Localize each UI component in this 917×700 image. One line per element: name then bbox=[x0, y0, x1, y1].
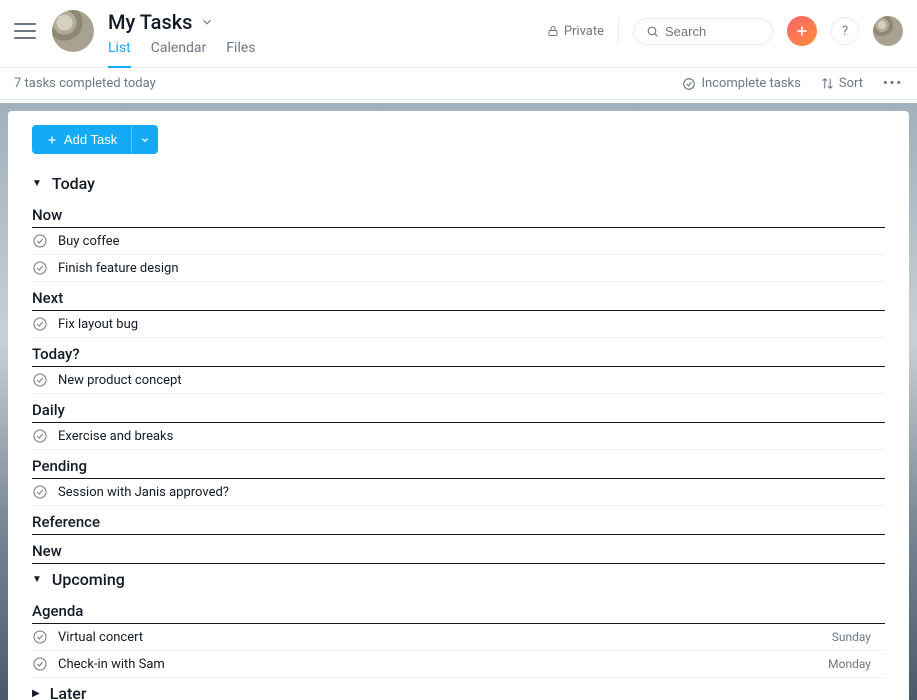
chevron-down-icon bbox=[140, 135, 150, 145]
section-toggle[interactable]: ▼ Today bbox=[32, 168, 885, 199]
section-title: Upcoming bbox=[52, 570, 125, 589]
section-toggle[interactable]: ▼ Upcoming bbox=[32, 564, 885, 595]
add-task-group: Add Task bbox=[32, 125, 158, 154]
privacy-label: Private bbox=[564, 24, 604, 39]
group-header[interactable]: New bbox=[32, 537, 885, 564]
task-row[interactable]: Buy coffee bbox=[32, 228, 885, 255]
sort-label: Sort bbox=[839, 76, 863, 91]
chevron-down-icon[interactable] bbox=[200, 15, 214, 29]
tab-files[interactable]: Files bbox=[226, 40, 255, 68]
group-header[interactable]: Agenda bbox=[32, 597, 885, 624]
group-header[interactable]: Daily bbox=[32, 396, 885, 423]
triangle-right-icon: ▶ bbox=[32, 688, 40, 699]
group-header[interactable]: Reference bbox=[32, 508, 885, 535]
task-title: Session with Janis approved? bbox=[58, 485, 885, 500]
task-title: Exercise and breaks bbox=[58, 429, 885, 444]
privacy-button[interactable]: Private bbox=[547, 24, 604, 39]
task-date: Monday bbox=[828, 657, 871, 671]
completed-summary: 7 tasks completed today bbox=[14, 76, 156, 91]
task-date: Sunday bbox=[832, 630, 871, 644]
search-box[interactable] bbox=[633, 18, 773, 45]
search-icon bbox=[646, 25, 659, 38]
complete-check-icon[interactable] bbox=[32, 428, 48, 444]
complete-check-icon[interactable] bbox=[32, 316, 48, 332]
filter-button[interactable]: Incomplete tasks bbox=[682, 76, 800, 91]
search-input[interactable] bbox=[665, 24, 755, 39]
complete-check-icon[interactable] bbox=[32, 372, 48, 388]
subbar: 7 tasks completed today Incomplete tasks… bbox=[0, 68, 917, 100]
task-title: Virtual concert bbox=[58, 630, 822, 645]
workspace-avatar[interactable] bbox=[52, 10, 94, 52]
subbar-right: Incomplete tasks Sort ••• bbox=[682, 76, 903, 91]
task-title: Check-in with Sam bbox=[58, 657, 818, 672]
page-title: My Tasks bbox=[108, 10, 192, 34]
section-title: Later bbox=[50, 684, 87, 700]
task-row[interactable]: Check-in with Sam Monday bbox=[32, 651, 885, 678]
group-header[interactable]: Now bbox=[32, 201, 885, 228]
complete-check-icon[interactable] bbox=[32, 260, 48, 276]
section-title: Today bbox=[52, 174, 95, 193]
add-task-button[interactable]: Add Task bbox=[32, 125, 131, 154]
divider bbox=[618, 19, 619, 43]
tabs: List Calendar Files bbox=[108, 40, 256, 68]
help-button[interactable]: ? bbox=[831, 17, 859, 45]
complete-check-icon[interactable] bbox=[32, 233, 48, 249]
quick-add-button[interactable] bbox=[787, 16, 817, 46]
filter-label: Incomplete tasks bbox=[701, 76, 800, 91]
triangle-down-icon: ▼ bbox=[32, 574, 42, 585]
tab-list[interactable]: List bbox=[108, 40, 131, 68]
sort-button[interactable]: Sort bbox=[821, 76, 863, 91]
more-menu-icon[interactable]: ••• bbox=[883, 76, 903, 91]
add-task-dropdown[interactable] bbox=[131, 125, 158, 154]
group-header[interactable]: Today? bbox=[32, 340, 885, 367]
task-title: Buy coffee bbox=[58, 234, 885, 249]
plus-icon bbox=[46, 134, 58, 146]
sort-icon bbox=[821, 77, 834, 90]
tab-calendar[interactable]: Calendar bbox=[151, 40, 207, 68]
task-row[interactable]: Session with Janis approved? bbox=[32, 479, 885, 506]
task-row[interactable]: Virtual concert Sunday bbox=[32, 624, 885, 651]
triangle-down-icon: ▼ bbox=[32, 178, 42, 189]
title-row: My Tasks bbox=[108, 10, 256, 34]
task-card: Add Task ▼ Today Now Buy coffee Finish featu… bbox=[8, 111, 909, 700]
topbar-right: Private ? bbox=[547, 16, 903, 46]
check-circle-icon bbox=[682, 77, 696, 91]
task-row[interactable]: Fix layout bug bbox=[32, 311, 885, 338]
task-title: Finish feature design bbox=[58, 261, 885, 276]
hamburger-menu-icon[interactable] bbox=[14, 20, 36, 42]
group-header[interactable]: Next bbox=[32, 284, 885, 311]
task-row[interactable]: New product concept bbox=[32, 367, 885, 394]
content-background: Add Task ▼ Today Now Buy coffee Finish featu… bbox=[0, 103, 917, 700]
complete-check-icon[interactable] bbox=[32, 629, 48, 645]
lock-icon bbox=[547, 25, 559, 37]
task-row[interactable]: Finish feature design bbox=[32, 255, 885, 282]
task-title: Fix layout bug bbox=[58, 317, 885, 332]
group-header[interactable]: Pending bbox=[32, 452, 885, 479]
task-title: New product concept bbox=[58, 373, 885, 388]
user-avatar[interactable] bbox=[873, 16, 903, 46]
section-toggle[interactable]: ▶ Later bbox=[32, 678, 885, 700]
add-task-label: Add Task bbox=[64, 132, 117, 147]
complete-check-icon[interactable] bbox=[32, 484, 48, 500]
topbar: My Tasks List Calendar Files Private bbox=[0, 0, 917, 68]
complete-check-icon[interactable] bbox=[32, 656, 48, 672]
title-block: My Tasks List Calendar Files bbox=[108, 10, 256, 68]
task-row[interactable]: Exercise and breaks bbox=[32, 423, 885, 450]
